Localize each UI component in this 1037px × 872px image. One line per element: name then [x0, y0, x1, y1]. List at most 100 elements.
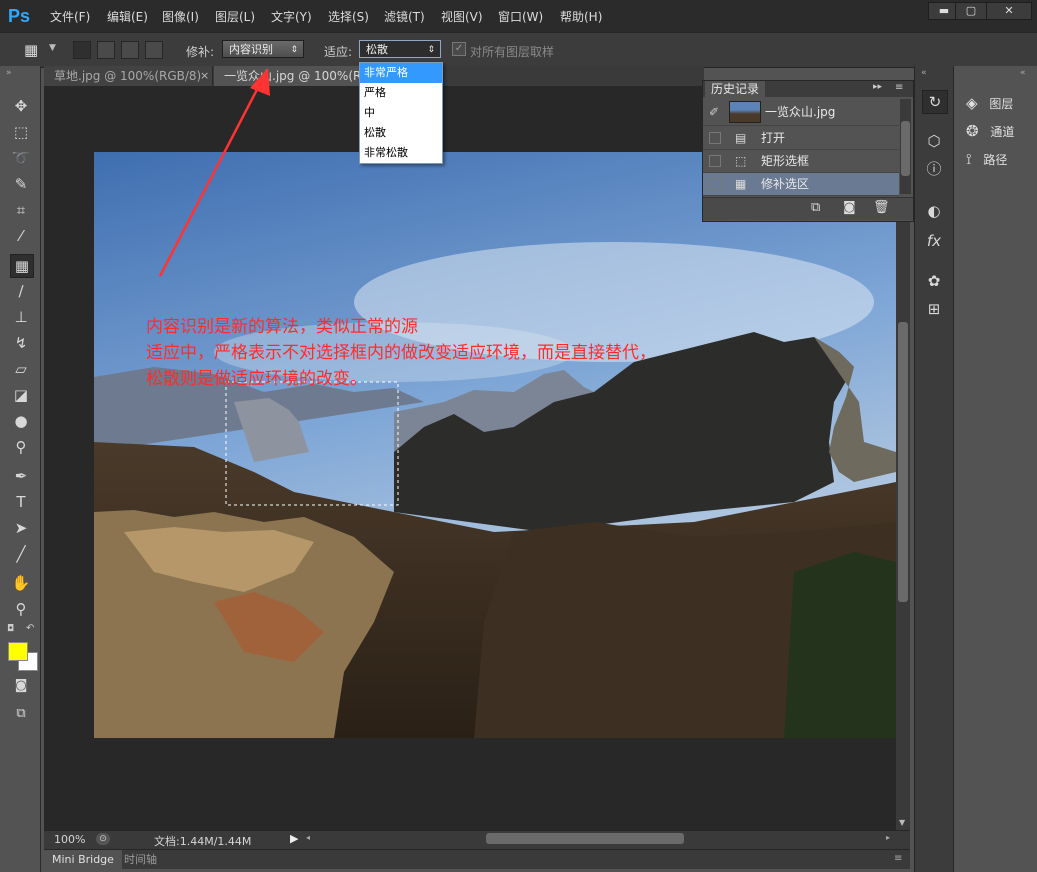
- history-scroll-thumb[interactable]: [901, 121, 910, 176]
- panel-menu-icon[interactable]: ≡: [894, 853, 902, 864]
- history-tab[interactable]: 历史记录: [705, 81, 766, 97]
- adapt-option[interactable]: 非常严格: [360, 63, 442, 83]
- history-step-label: 打开: [761, 131, 786, 145]
- status-info-icon[interactable]: ⊙: [96, 833, 110, 845]
- new-document-icon[interactable]: ⧉: [811, 200, 820, 215]
- paths-panel-link[interactable]: ⟟ 路径: [966, 150, 1007, 168]
- grid-panel-icon[interactable]: ⊞: [922, 298, 946, 320]
- menu-select[interactable]: 选择(S): [328, 8, 369, 25]
- layers-panel-link[interactable]: ◈ 图层: [966, 94, 1013, 112]
- quick-mask-icon[interactable]: ◙: [10, 675, 32, 697]
- zoom-level[interactable]: 100%: [54, 833, 85, 846]
- camera-icon[interactable]: ◙: [843, 200, 856, 215]
- menu-type[interactable]: 文字(Y): [271, 8, 312, 25]
- menu-edit[interactable]: 编辑(E): [107, 8, 148, 25]
- menu-view[interactable]: 视图(V): [441, 8, 483, 25]
- patch-tool-preset-icon[interactable]: ▦: [24, 40, 46, 60]
- line-tool-icon[interactable]: ╱: [10, 543, 32, 565]
- patch-tool-icon[interactable]: ▦: [10, 254, 34, 278]
- screen-mode-icon[interactable]: ⧉: [10, 703, 32, 725]
- status-menu-arrow-icon[interactable]: ▶: [290, 832, 298, 845]
- stamp-tool-icon[interactable]: ⊥: [10, 306, 32, 328]
- default-colors-icon[interactable]: ◘: [7, 624, 14, 634]
- adjustments-panel-icon[interactable]: ◐: [922, 200, 946, 222]
- layers-icon: ◈: [966, 94, 978, 112]
- new-selection-button[interactable]: [73, 41, 91, 59]
- foreground-color-swatch[interactable]: [8, 642, 28, 661]
- history-checkbox[interactable]: [709, 178, 721, 190]
- adapt-select[interactable]: 松散 ⇕: [359, 40, 441, 58]
- scroll-down-icon[interactable]: ▼: [899, 818, 905, 827]
- collapse-icon[interactable]: «: [921, 68, 927, 78]
- info-panel-icon[interactable]: ⓘ: [922, 158, 946, 180]
- adapt-option[interactable]: 松散: [360, 123, 442, 143]
- pen-tool-icon[interactable]: ✒: [10, 465, 32, 487]
- history-step-row[interactable]: ▤ 打开: [703, 127, 899, 150]
- panel-menu-icon[interactable]: ≡: [895, 82, 903, 93]
- dodge-tool-icon[interactable]: ⚲: [10, 436, 32, 458]
- collapse-panel-icon[interactable]: ▸▸: [873, 82, 882, 92]
- blur-tool-icon[interactable]: ●: [10, 410, 32, 432]
- history-snapshot-row[interactable]: ✐ 一览众山.jpg: [703, 99, 899, 126]
- adapt-option[interactable]: 中: [360, 103, 442, 123]
- collapse-icon[interactable]: »: [6, 68, 12, 78]
- patch-mode-select[interactable]: 内容识别 ⇕: [222, 40, 304, 58]
- history-step-label: 矩形选框: [761, 154, 810, 168]
- menu-help[interactable]: 帮助(H): [560, 8, 602, 25]
- close-window-button[interactable]: ✕: [986, 2, 1032, 20]
- history-step-row[interactable]: ⬚ 矩形选框: [703, 150, 899, 173]
- intersect-selection-button[interactable]: [145, 41, 163, 59]
- tab-mini-bridge[interactable]: Mini Bridge: [44, 850, 122, 869]
- trash-icon[interactable]: 🗑: [873, 200, 890, 215]
- path-select-tool-icon[interactable]: ➤: [10, 517, 32, 539]
- vertical-scroll-thumb[interactable]: [898, 322, 908, 602]
- adapt-option[interactable]: 严格: [360, 83, 442, 103]
- preset-dropdown-arrow-icon[interactable]: ▼: [49, 43, 56, 53]
- quick-select-tool-icon[interactable]: ✎: [10, 173, 32, 195]
- document-size: 文档:1.44M/1.44M: [154, 835, 252, 848]
- eyedropper-tool-icon[interactable]: ⁄: [10, 225, 32, 247]
- menu-window[interactable]: 窗口(W): [498, 8, 543, 25]
- 3d-panel-icon[interactable]: ⬡: [922, 130, 946, 152]
- history-checkbox[interactable]: [709, 155, 721, 167]
- menu-image[interactable]: 图像(I): [162, 8, 199, 25]
- type-tool-icon[interactable]: T: [10, 491, 32, 513]
- subtract-selection-button[interactable]: [121, 41, 139, 59]
- lasso-tool-icon[interactable]: ➰: [10, 147, 32, 169]
- history-step-row-selected[interactable]: ▦ 修补选区: [703, 173, 899, 196]
- restore-button[interactable]: ▢: [955, 2, 987, 20]
- bucket-tool-icon[interactable]: ◪: [10, 384, 32, 406]
- menu-file[interactable]: 文件(F): [50, 8, 90, 25]
- scroll-left-icon[interactable]: ◂: [306, 833, 310, 842]
- adapt-option[interactable]: 非常松散: [360, 143, 442, 163]
- scroll-right-icon[interactable]: ▸: [886, 833, 890, 842]
- tab-timeline[interactable]: 时间轴: [116, 850, 165, 869]
- paths-label: 路径: [983, 153, 1008, 167]
- swatches-panel-icon[interactable]: ✿: [922, 270, 946, 292]
- menu-filter[interactable]: 滤镜(T): [384, 8, 425, 25]
- sample-all-layers-checkbox[interactable]: ✓: [452, 42, 466, 56]
- channels-panel-link[interactable]: ❂ 通道: [966, 122, 1014, 140]
- eraser-tool-icon[interactable]: ▱: [10, 358, 32, 380]
- photoshop-logo: Ps: [8, 6, 31, 26]
- layers-label: 图层: [989, 97, 1014, 111]
- hand-tool-icon[interactable]: ✋: [10, 572, 32, 594]
- move-tool-icon[interactable]: ✥: [10, 95, 32, 117]
- brush-tool-icon[interactable]: ∕: [10, 280, 32, 302]
- history-panel-icon[interactable]: ↻: [922, 90, 948, 114]
- horizontal-scroll-thumb[interactable]: [486, 833, 684, 844]
- marquee-tool-icon[interactable]: ⬚: [10, 121, 32, 143]
- add-selection-button[interactable]: [97, 41, 115, 59]
- history-footer: ⧉ ◙ 🗑: [703, 197, 913, 220]
- history-brush-tool-icon[interactable]: ↯: [10, 332, 32, 354]
- menu-layer[interactable]: 图层(L): [215, 8, 255, 25]
- sample-all-layers-label: 对所有图层取样: [470, 45, 555, 59]
- annotation-arrow: [158, 68, 270, 277]
- history-checkbox[interactable]: [709, 132, 721, 144]
- swap-colors-icon[interactable]: ↶: [26, 623, 34, 634]
- zoom-tool-icon[interactable]: ⚲: [10, 598, 32, 620]
- crop-tool-icon[interactable]: ⌗: [10, 199, 32, 221]
- styles-panel-icon[interactable]: fx: [922, 230, 946, 252]
- annotation-line: 内容识别是新的算法，类似正常的源: [146, 317, 418, 337]
- collapse-icon[interactable]: «: [1020, 68, 1026, 78]
